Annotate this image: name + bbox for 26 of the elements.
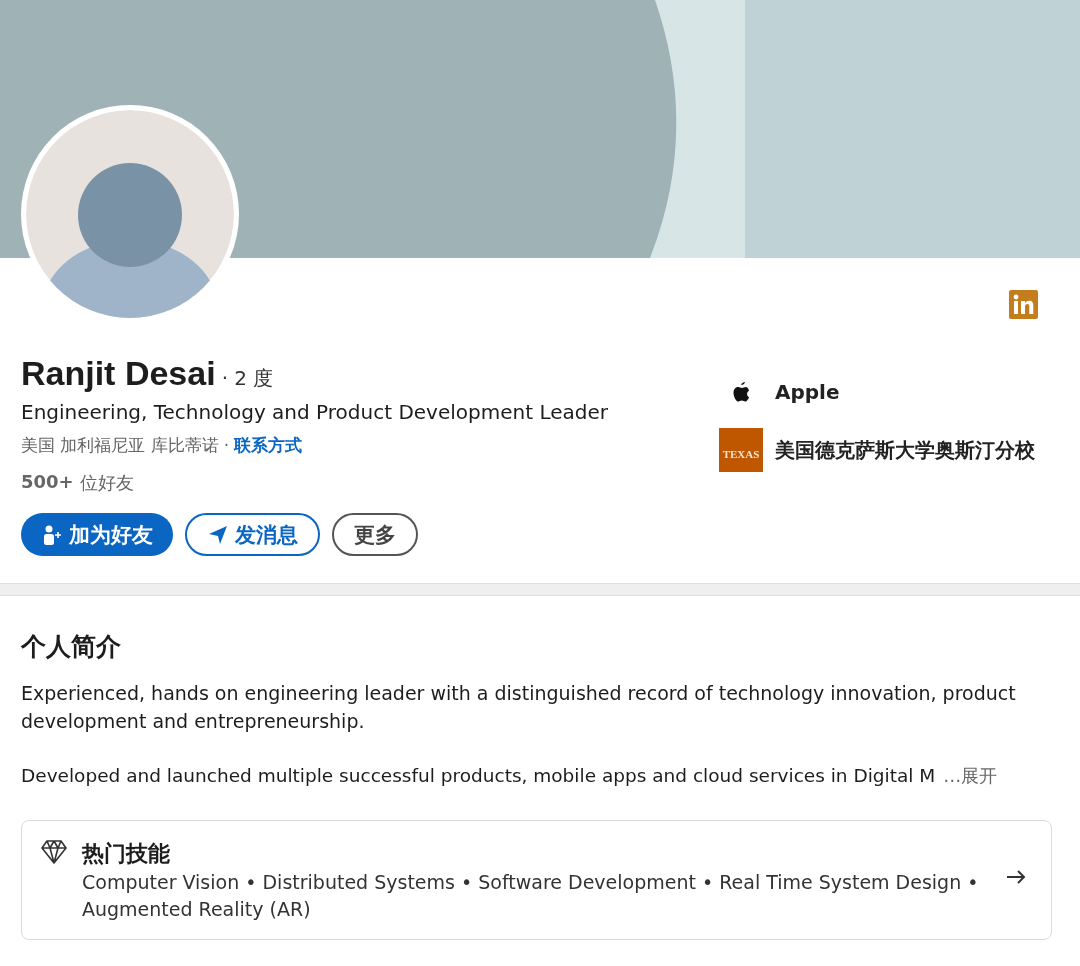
location: 美国 加利福尼亚 库比蒂诺 [21,434,219,457]
headline: Engineering, Technology and Product Development Leader [21,400,608,424]
right-arrow-icon[interactable] [1006,869,1026,885]
message-button[interactable]: 发消息 [185,513,320,556]
connection-degree: · 2 度 [221,365,274,392]
more-button[interactable]: 更多 [332,513,418,556]
send-icon [207,523,229,546]
contact-info-link[interactable]: 联系方式 [234,434,303,457]
connections-count: 500+ [21,471,74,494]
expand-link[interactable]: …展开 [943,762,998,790]
about-paragraph: Experienced, hands on engineering leader with a distinguished record of technology innovation, product development and entrepreneurship. [21,681,1017,734]
diamond-icon [40,839,68,865]
top-skills-card[interactable]: 热门技能 Computer Vision • Distributed Systems • Software Development • Real Time System Design • Augmented Reality (AR) [21,820,1052,940]
about-paragraph: Developed and launched multiple successful products, mobile apps and cloud services in Digital M [21,764,936,788]
skills-list: Computer Vision • Distributed Systems • Software Development • Real Time System Design • Augmented Reality (AR) [82,869,992,923]
section-title: 个人简介 [21,631,122,663]
connections-label: 位好友 [79,471,134,495]
profile-name: Ranjit Desai [21,354,216,393]
company-name[interactable]: Apple [775,380,840,404]
top-skills-title: 热门技能 [82,840,171,868]
linkedin-logo-icon[interactable] [1009,290,1038,319]
university-logo: TEXAS [719,428,763,472]
separator-dot: · [223,435,230,455]
add-person-icon [41,523,63,546]
school-name[interactable]: 美国德克萨斯大学奥斯汀分校 [775,436,1035,464]
add-friend-button[interactable]: 加为好友 [21,513,173,556]
